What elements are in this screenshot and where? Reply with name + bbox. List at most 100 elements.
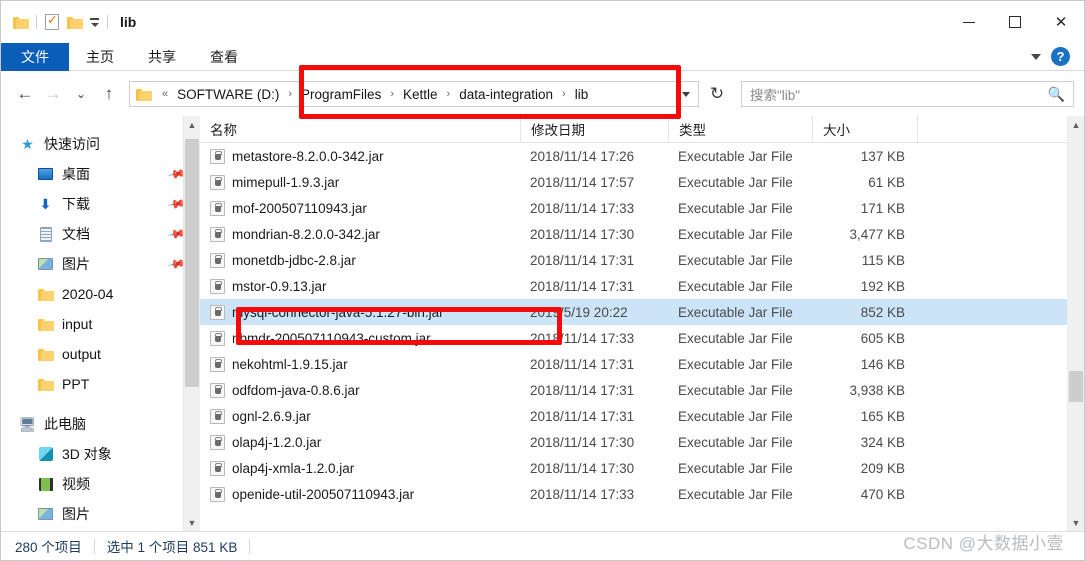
- table-row[interactable]: olap4j-xmla-1.2.0.jar 2018/11/14 17:30 Exe…: [200, 455, 1067, 481]
- column-header-size[interactable]: 大小: [812, 116, 917, 143]
- address-folder-icon: [136, 88, 152, 101]
- scroll-up-icon[interactable]: ▲: [1068, 116, 1084, 133]
- file-name-label: mstor-0.9.13.jar: [232, 278, 327, 294]
- tab-share[interactable]: 共享: [131, 43, 193, 71]
- minimize-button[interactable]: [946, 1, 992, 43]
- table-row[interactable]: mimepull-1.9.3.jar 2018/11/14 17:57 Execut…: [200, 169, 1067, 195]
- search-placeholder: 搜索"lib": [750, 88, 801, 103]
- cell-type: Executable Jar File: [678, 434, 793, 450]
- folder-icon[interactable]: [13, 16, 29, 29]
- cell-type: Executable Jar File: [678, 252, 793, 268]
- scroll-up-icon[interactable]: ▲: [184, 116, 200, 133]
- table-row[interactable]: nekohtml-1.9.15.jar 2018/11/14 17:31 Execu…: [200, 351, 1067, 377]
- sidebar-item-input[interactable]: input: [1, 309, 200, 339]
- file-name-label: odfdom-java-0.8.6.jar: [232, 382, 360, 398]
- table-row[interactable]: odfdom-java-0.8.6.jar 2018/11/14 17:31 Exe…: [200, 377, 1067, 403]
- breadcrumb-sep-1[interactable]: ›: [283, 88, 297, 100]
- tab-view[interactable]: 查看: [193, 43, 255, 71]
- file-explorer-window: lib ✕ 文件 主页 共享 查看 ? ← → ⌄ ↑ « SOFTWARE (…: [0, 0, 1085, 561]
- chevron-down-icon[interactable]: [1031, 53, 1041, 60]
- forward-button[interactable]: →: [39, 80, 67, 108]
- sidebar-list: ★ 快速访问 桌面 📌 ⬇ 下载 📌 文档 📌 图片 📌 2020-04 inp…: [1, 116, 200, 529]
- sidebar-item-videos[interactable]: 视频: [1, 469, 200, 499]
- breadcrumb-sep-4[interactable]: ›: [557, 88, 571, 100]
- cell-date: 2018/11/14 17:30: [530, 226, 635, 242]
- breadcrumb-lib[interactable]: lib: [573, 85, 591, 104]
- file-list-scrollbar[interactable]: ▲ ▼: [1067, 116, 1084, 531]
- table-row[interactable]: mondrian-8.2.0.0-342.jar 2018/11/14 17:30…: [200, 221, 1067, 247]
- status-selection: 选中 1 个项目 851 KB: [106, 540, 238, 555]
- column-header-date[interactable]: 修改日期: [520, 116, 668, 143]
- recent-locations-button[interactable]: ⌄: [67, 80, 95, 108]
- refresh-button[interactable]: ↻: [703, 80, 731, 108]
- breadcrumb-programfiles[interactable]: ProgramFiles: [299, 85, 383, 104]
- cell-date: 2018/11/14 17:33: [530, 200, 635, 216]
- table-row[interactable]: ognl-2.6.9.jar 2018/11/14 17:31 Executable…: [200, 403, 1067, 429]
- table-row[interactable]: monetdb-jdbc-2.8.jar 2018/11/14 17:31 Exec…: [200, 247, 1067, 273]
- sidebar-label-quick-access: 快速访问: [44, 136, 100, 152]
- table-row[interactable]: nbmdr-200507110943-custom.jar 2018/11/14 …: [200, 325, 1067, 351]
- sidebar-item-ppt[interactable]: PPT: [1, 369, 200, 399]
- sidebar-item-desktop[interactable]: 桌面 📌: [1, 159, 200, 189]
- search-input[interactable]: 搜索"lib" 🔍: [741, 81, 1074, 107]
- scroll-down-icon[interactable]: ▼: [1068, 514, 1084, 531]
- properties-icon[interactable]: [45, 12, 59, 30]
- sidebar-scrollbar[interactable]: ▲ ▼: [183, 116, 200, 531]
- up-button[interactable]: ↑: [95, 80, 123, 108]
- table-row[interactable]: metastore-8.2.0.0-342.jar 2018/11/14 17:2…: [200, 143, 1067, 169]
- sidebar-item-3d-objects[interactable]: 3D 对象: [1, 439, 200, 469]
- maximize-button[interactable]: [992, 1, 1038, 43]
- sidebar-group-this-pc[interactable]: 🖥 此电脑: [1, 409, 200, 439]
- sidebar-item-output[interactable]: output: [1, 339, 200, 369]
- sidebar-label-documents: 文档: [62, 226, 90, 242]
- file-list-scroll-thumb[interactable]: [1069, 371, 1083, 402]
- status-item-count: 280 个项目: [15, 540, 82, 555]
- sidebar-label-2020-04: 2020-04: [62, 286, 114, 302]
- breadcrumb-sep-2[interactable]: ›: [385, 88, 399, 100]
- jar-file-icon: [210, 174, 225, 190]
- table-row[interactable]: mysql-connector-java-5.1.27-bin.jar 2019/…: [200, 299, 1067, 325]
- status-divider-2: [249, 538, 251, 554]
- tab-home[interactable]: 主页: [69, 43, 131, 71]
- search-icon[interactable]: 🔍: [1048, 86, 1065, 103]
- help-icon[interactable]: ?: [1051, 47, 1070, 66]
- file-name-label: nekohtml-1.9.15.jar: [232, 356, 348, 372]
- column-header-type[interactable]: 类型: [668, 116, 812, 143]
- sidebar-scroll-thumb[interactable]: [185, 139, 199, 387]
- sidebar-item-downloads[interactable]: ⬇ 下载 📌: [1, 189, 200, 219]
- table-row[interactable]: mstor-0.9.13.jar 2018/11/14 17:31 Executab…: [200, 273, 1067, 299]
- breadcrumb-sep-3[interactable]: ›: [442, 88, 456, 100]
- customize-caret-icon[interactable]: [90, 18, 99, 27]
- table-row[interactable]: openide-util-200507110943.jar 2018/11/14 …: [200, 481, 1067, 507]
- table-row[interactable]: mof-200507110943.jar 2018/11/14 17:33 Exec…: [200, 195, 1067, 221]
- cell-type: Executable Jar File: [678, 200, 793, 216]
- cell-size: 146 KB: [860, 356, 905, 372]
- cell-date: 2018/11/14 17:30: [530, 460, 635, 476]
- navigation-pane: ★ 快速访问 桌面 📌 ⬇ 下载 📌 文档 📌 图片 📌 2020-04 inp…: [1, 116, 200, 531]
- sidebar-item-pictures-pc[interactable]: 图片: [1, 499, 200, 529]
- column-header-name[interactable]: 名称: [200, 116, 520, 143]
- cell-size: 165 KB: [860, 408, 905, 424]
- address-breadcrumb-field[interactable]: « SOFTWARE (D:) › ProgramFiles › Kettle …: [129, 81, 699, 107]
- window-title: lib: [120, 14, 137, 30]
- sidebar-item-2020-04[interactable]: 2020-04: [1, 279, 200, 309]
- breadcrumb-kettle[interactable]: Kettle: [401, 85, 440, 104]
- new-folder-icon[interactable]: [67, 16, 83, 29]
- scroll-down-icon[interactable]: ▼: [184, 514, 200, 531]
- sidebar-item-documents[interactable]: 文档 📌: [1, 219, 200, 249]
- table-row[interactable]: olap4j-1.2.0.jar 2018/11/14 17:30 Executab…: [200, 429, 1067, 455]
- sidebar-group-quick-access[interactable]: ★ 快速访问: [1, 129, 200, 159]
- cell-spacer: [917, 299, 1067, 325]
- cell-name: olap4j-1.2.0.jar: [200, 429, 520, 455]
- close-button[interactable]: ✕: [1038, 1, 1084, 43]
- breadcrumb-data-integration[interactable]: data-integration: [457, 85, 555, 104]
- cell-type: Executable Jar File: [678, 486, 793, 502]
- back-button[interactable]: ←: [11, 80, 39, 108]
- address-dropdown-icon[interactable]: [682, 91, 690, 97]
- breadcrumb-drive[interactable]: SOFTWARE (D:): [175, 85, 281, 104]
- cell-type: Executable Jar File: [678, 408, 793, 424]
- sidebar-item-pictures[interactable]: 图片 📌: [1, 249, 200, 279]
- status-divider: [93, 538, 95, 554]
- tab-file[interactable]: 文件: [1, 43, 69, 71]
- cell-name: nbmdr-200507110943-custom.jar: [200, 325, 520, 351]
